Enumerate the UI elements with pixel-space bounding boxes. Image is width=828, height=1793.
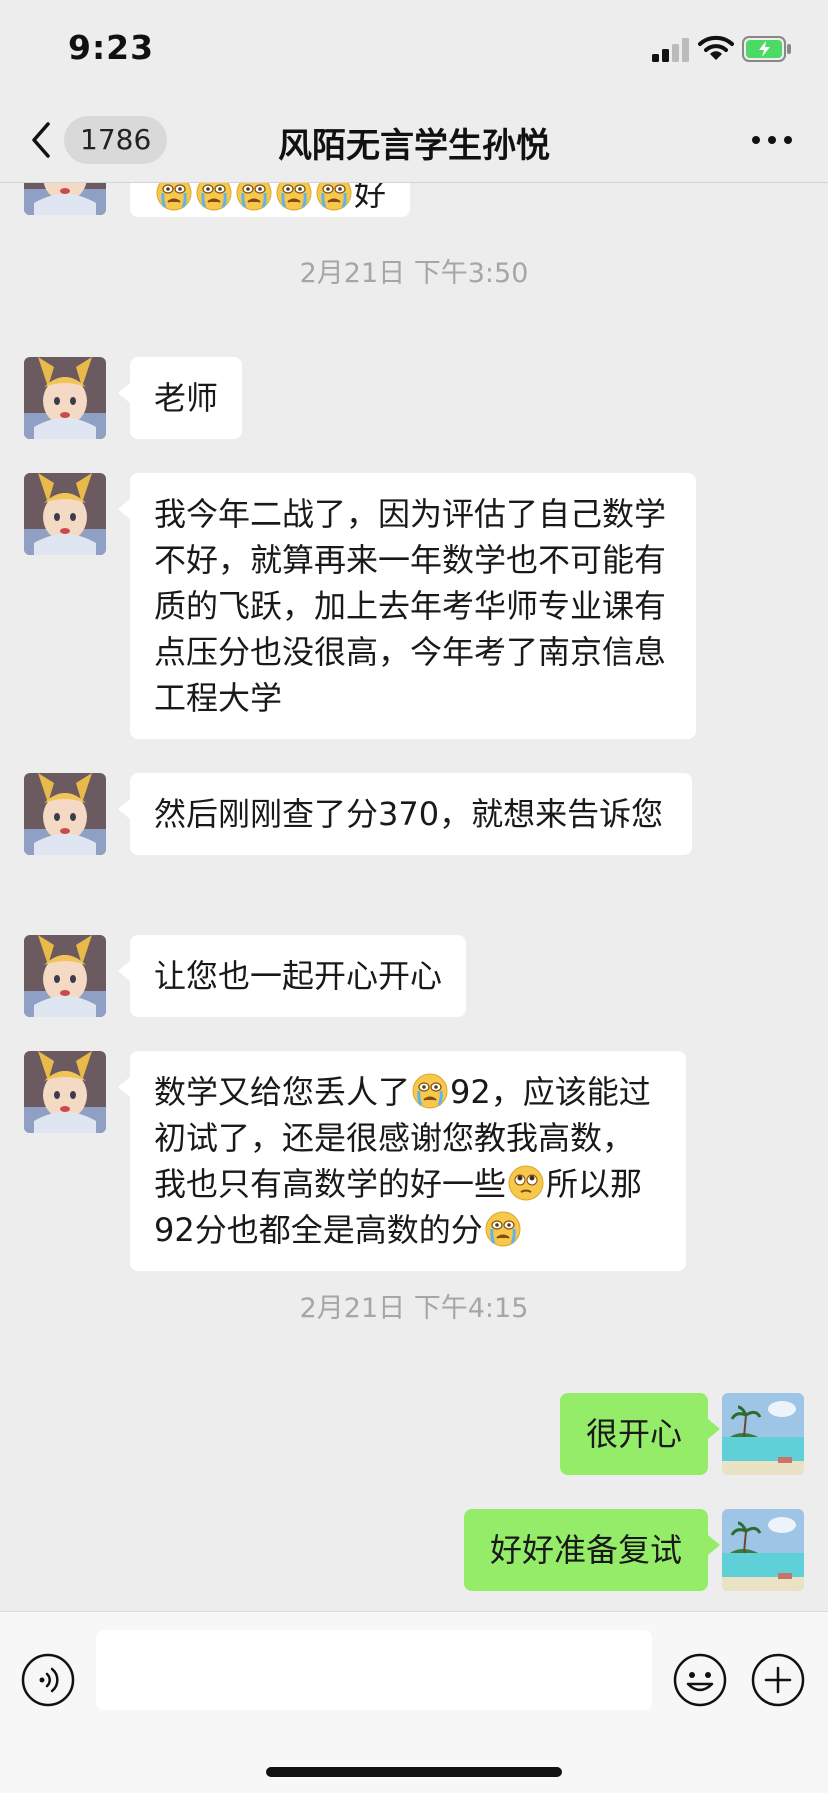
message-text: 我今年二战了，因为评估了自己数学不好，就算再来一年数学也不可能有质的飞跃，加上去… bbox=[154, 495, 667, 717]
message-bubble[interactable]: 很开心 bbox=[559, 1393, 721, 1475]
message-text: 然后刚刚查了分370，就想来告诉您 bbox=[154, 795, 664, 833]
chat-message-list[interactable]: 好 2月21日 下午3:50 老师 我今年二战了，因为评估了自己数学不好，就算再… bbox=[0, 183, 828, 1611]
message-row: 然后刚刚查了分370，就想来告诉您 bbox=[0, 773, 828, 901]
message-bubble[interactable]: 好 bbox=[130, 183, 411, 217]
message-text: 老师 bbox=[154, 379, 219, 417]
emoji-icon[interactable] bbox=[672, 1652, 728, 1708]
message-timestamp: 2月21日 下午4:15 bbox=[299, 1293, 529, 1324]
my-avatar[interactable] bbox=[722, 1509, 804, 1591]
sender-avatar[interactable] bbox=[24, 473, 106, 555]
home-indicator bbox=[266, 1767, 562, 1777]
crying-emoji-icon bbox=[316, 183, 352, 211]
message-bubble[interactable]: 然后刚刚查了分370，就想来告诉您 bbox=[118, 773, 692, 855]
message-row: 老师 bbox=[0, 357, 828, 439]
crying-emoji-icon bbox=[276, 183, 312, 211]
message-bubble[interactable]: 数学又给您丢人了 92，应该能过初试了，还是很感谢您教我高数，我也只有高数学的好一… bbox=[118, 1051, 686, 1271]
sender-avatar[interactable] bbox=[24, 183, 106, 215]
crying-emoji-icon bbox=[156, 183, 192, 211]
crying-emoji-icon bbox=[196, 183, 232, 211]
message-bubble[interactable]: 老师 bbox=[117, 357, 243, 439]
message-text: 数学又给您丢人了 bbox=[154, 1073, 411, 1111]
message-row: 数学又给您丢人了 92，应该能过初试了，还是很感谢您教我高数，我也只有高数学的好一… bbox=[0, 1051, 828, 1271]
status-time: 9:23 bbox=[68, 28, 155, 67]
crying-emoji-icon bbox=[236, 183, 272, 211]
message-row: 很开心 bbox=[0, 1393, 828, 1475]
chat-title: 风陌无言学生孙悦 bbox=[278, 126, 550, 166]
crying-emoji-icon bbox=[412, 1073, 448, 1109]
message-row: 我今年二战了，因为评估了自己数学不好，就算再来一年数学也不可能有质的飞跃，加上去… bbox=[0, 473, 828, 739]
chat-input-bar bbox=[0, 1611, 828, 1793]
battery-icon bbox=[742, 36, 791, 62]
sender-avatar[interactable] bbox=[24, 1051, 106, 1133]
message-bubble[interactable]: 让您也一起开心开心 bbox=[117, 935, 467, 1017]
message-row: 好 bbox=[0, 183, 828, 223]
plus-icon[interactable] bbox=[750, 1652, 806, 1708]
sender-avatar[interactable] bbox=[24, 935, 106, 1017]
pleading-emoji-icon bbox=[508, 1165, 544, 1201]
wifi-icon bbox=[698, 35, 734, 60]
cellular-signal-icon bbox=[652, 38, 689, 62]
unread-count-badge[interactable]: 1786 bbox=[64, 116, 168, 164]
message-text: 很开心 bbox=[585, 1415, 682, 1453]
status-bar: 9:23 bbox=[0, 0, 828, 100]
message-text: 让您也一起开心开心 bbox=[154, 957, 443, 995]
message-bubble[interactable]: 好好准备复试 bbox=[463, 1509, 721, 1591]
message-input[interactable] bbox=[96, 1630, 652, 1710]
message-bubble[interactable]: 我今年二战了，因为评估了自己数学不好，就算再来一年数学也不可能有质的飞跃，加上去… bbox=[118, 473, 696, 739]
crying-emoji-icon bbox=[485, 1211, 521, 1247]
message-timestamp: 2月21日 下午3:50 bbox=[299, 258, 529, 289]
sender-avatar[interactable] bbox=[24, 773, 106, 855]
my-avatar[interactable] bbox=[722, 1393, 804, 1475]
message-row: 让您也一起开心开心 bbox=[0, 935, 828, 1017]
sender-avatar[interactable] bbox=[24, 357, 106, 439]
voice-icon[interactable] bbox=[20, 1652, 76, 1708]
chat-header: 1786 风陌无言学生孙悦 bbox=[0, 100, 828, 183]
message-text: 好好准备复试 bbox=[489, 1531, 682, 1569]
message-text: 好 bbox=[354, 183, 387, 213]
message-row: 好好准备复试 bbox=[0, 1509, 828, 1591]
more-icon[interactable] bbox=[750, 130, 794, 150]
chevron-left-icon[interactable] bbox=[26, 118, 56, 162]
